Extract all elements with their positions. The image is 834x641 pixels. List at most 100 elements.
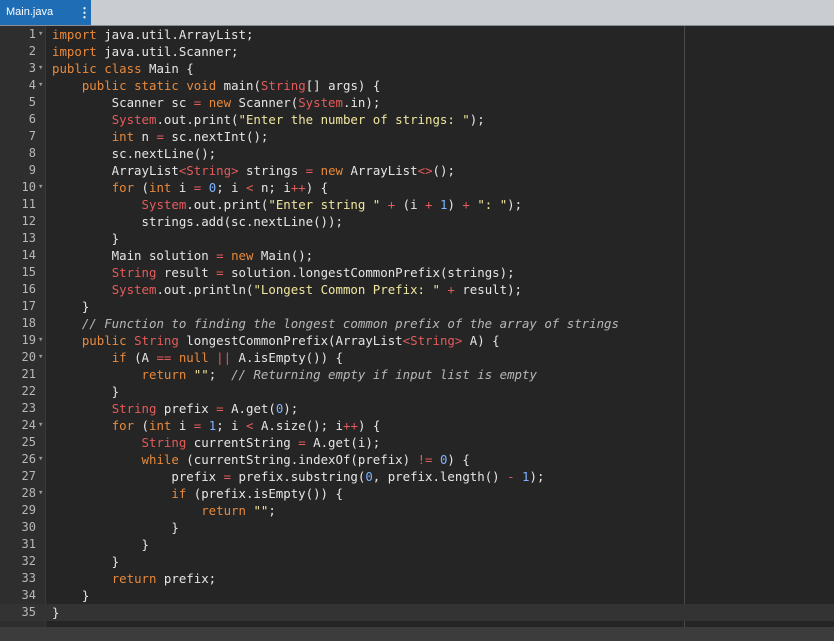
code-text: ArrayList<String> strings = new ArrayLis… [52,163,455,178]
code-line[interactable]: 3 ▾ public class Main { [0,60,834,77]
fold-arrow-icon[interactable]: ▾ [38,77,43,94]
code-line[interactable]: 18 // Function to finding the longest co… [0,315,834,332]
line-number: 20 [21,350,36,364]
code-line[interactable]: 33 return prefix; [0,570,834,587]
code-text: public String longestCommonPrefix(ArrayL… [81,333,500,348]
code-line[interactable]: 35} [0,604,834,621]
code-line[interactable]: 27 prefix = prefix.substring(0, prefix.l… [0,468,834,485]
code-line[interactable]: 9 ArrayList<String> strings = new ArrayL… [0,162,834,179]
file-tab-main-java[interactable]: Main.java ⋮ [0,0,91,25]
code-line[interactable]: 30 } [0,519,834,536]
code-line[interactable]: 25 String currentString = A.get(i); [0,434,834,451]
fold-arrow-icon[interactable]: ▾ [38,179,43,196]
code-line[interactable]: 29 return ""; [0,502,834,519]
code-line[interactable]: 11 System.out.print("Enter string " + (i… [0,196,834,213]
code-text: import java.util.Scanner; [52,44,239,59]
fold-arrow-icon[interactable]: ▾ [38,485,43,502]
code-text: } [52,231,120,246]
code-line[interactable]: 26 ▾ while (currentString.indexOf(prefix)… [0,451,834,468]
code-text: for (int i = 0; i < n; i++) { [111,180,329,195]
code-line[interactable]: 16 System.out.println("Longest Common Pr… [0,281,834,298]
code-line[interactable]: 4 ▾ public static void main(String[] args… [0,77,834,94]
line-number: 5 [28,95,36,109]
code-line[interactable]: 14 Main solution = new Main(); [0,247,834,264]
code-line[interactable]: 10 ▾ for (int i = 0; i < n; i++) { [0,179,834,196]
line-number: 25 [21,435,36,449]
code-text: strings.add(sc.nextLine()); [52,214,343,229]
code-text: Scanner sc = new Scanner(System.in); [52,95,381,110]
line-number: 22 [21,384,36,398]
line-number: 13 [21,231,36,245]
code-line[interactable]: 19 ▾ public String longestCommonPrefix(Ar… [0,332,834,349]
code-line[interactable]: 6 System.out.print("Enter the number of … [0,111,834,128]
code-text: return ""; [201,503,276,518]
tab-bar: Main.java ⋮ [0,0,834,26]
code-text: return prefix; [111,571,217,586]
code-line[interactable]: 12 strings.add(sc.nextLine()); [0,213,834,230]
code-text: if (A == null || A.isEmpty()) { [111,350,343,365]
line-number: 30 [21,520,36,534]
code-line[interactable]: 8 sc.nextLine(); [0,145,834,162]
code-text: Main solution = new Main(); [52,248,314,263]
fold-arrow-icon[interactable]: ▾ [38,26,43,43]
code-line[interactable]: 15 String result = solution.longestCommo… [0,264,834,281]
line-number: 3 [28,61,36,75]
line-number: 23 [21,401,36,415]
code-line[interactable]: 24 ▾ for (int i = 1; i < A.size(); i++) { [0,417,834,434]
code-line[interactable]: 28 ▾ if (prefix.isEmpty()) { [0,485,834,502]
fold-arrow-icon[interactable]: ▾ [38,60,43,77]
code-text: } [52,299,90,314]
code-text: System.out.print("Enter the number of st… [111,112,485,127]
line-number: 4 [28,78,36,92]
code-text: String result = solution.longestCommonPr… [111,265,515,280]
fold-arrow-icon[interactable]: ▾ [38,332,43,349]
code-text: return ""; // Returning empty if input l… [141,367,537,382]
code-line[interactable]: 21 return ""; // Returning empty if inpu… [0,366,834,383]
line-number: 9 [28,163,36,177]
code-text: System.out.println("Longest Common Prefi… [111,282,523,297]
code-text: prefix = prefix.substring(0, prefix.leng… [52,469,545,484]
code-text: } [52,537,149,552]
line-number: 28 [21,486,36,500]
fold-arrow-icon[interactable]: ▾ [38,451,43,468]
line-number: 32 [21,554,36,568]
code-line[interactable]: 23 String prefix = A.get(0); [0,400,834,417]
code-text: } [52,520,179,535]
code-line[interactable]: 31 } [0,536,834,553]
code-line[interactable]: 17 } [0,298,834,315]
code-text: int n = sc.nextInt(); [111,129,269,144]
code-line[interactable]: 22 } [0,383,834,400]
code-text: if (prefix.isEmpty()) { [171,486,343,501]
code-line[interactable]: 20 ▾ if (A == null || A.isEmpty()) { [0,349,834,366]
line-number: 10 [21,180,36,194]
line-number: 35 [21,605,36,619]
line-number: 16 [21,282,36,296]
line-number: 24 [21,418,36,432]
file-tab-label: Main.java [6,6,54,18]
line-number: 34 [21,588,36,602]
fold-arrow-icon[interactable]: ▾ [38,417,43,434]
code-text: import java.util.ArrayList; [52,27,254,42]
code-line[interactable]: 32 } [0,553,834,570]
line-number: 8 [28,146,36,160]
line-number: 27 [21,469,36,483]
editor-bottom-area [0,627,834,641]
line-number: 21 [21,367,36,381]
code-text: for (int i = 1; i < A.size(); i++) { [111,418,381,433]
kebab-menu-icon[interactable]: ⋮ [78,0,91,25]
line-number: 14 [21,248,36,262]
fold-arrow-icon[interactable]: ▾ [38,349,43,366]
line-number: 6 [28,112,36,126]
code-line[interactable]: 34 } [0,587,834,604]
code-line[interactable]: 1 ▾ import java.util.ArrayList; [0,26,834,43]
line-number: 19 [21,333,36,347]
line-number: 18 [21,316,36,330]
code-editor[interactable]: 1 ▾ import java.util.ArrayList; 2 import jav… [0,26,834,627]
line-number: 15 [21,265,36,279]
code-line[interactable]: 2 import java.util.Scanner; [0,43,834,60]
code-line[interactable]: 5 Scanner sc = new Scanner(System.in); [0,94,834,111]
code-text: // Function to finding the longest commo… [81,316,619,331]
code-line[interactable]: 13 } [0,230,834,247]
code-line[interactable]: 7 int n = sc.nextInt(); [0,128,834,145]
code-text: String prefix = A.get(0); [111,401,299,416]
